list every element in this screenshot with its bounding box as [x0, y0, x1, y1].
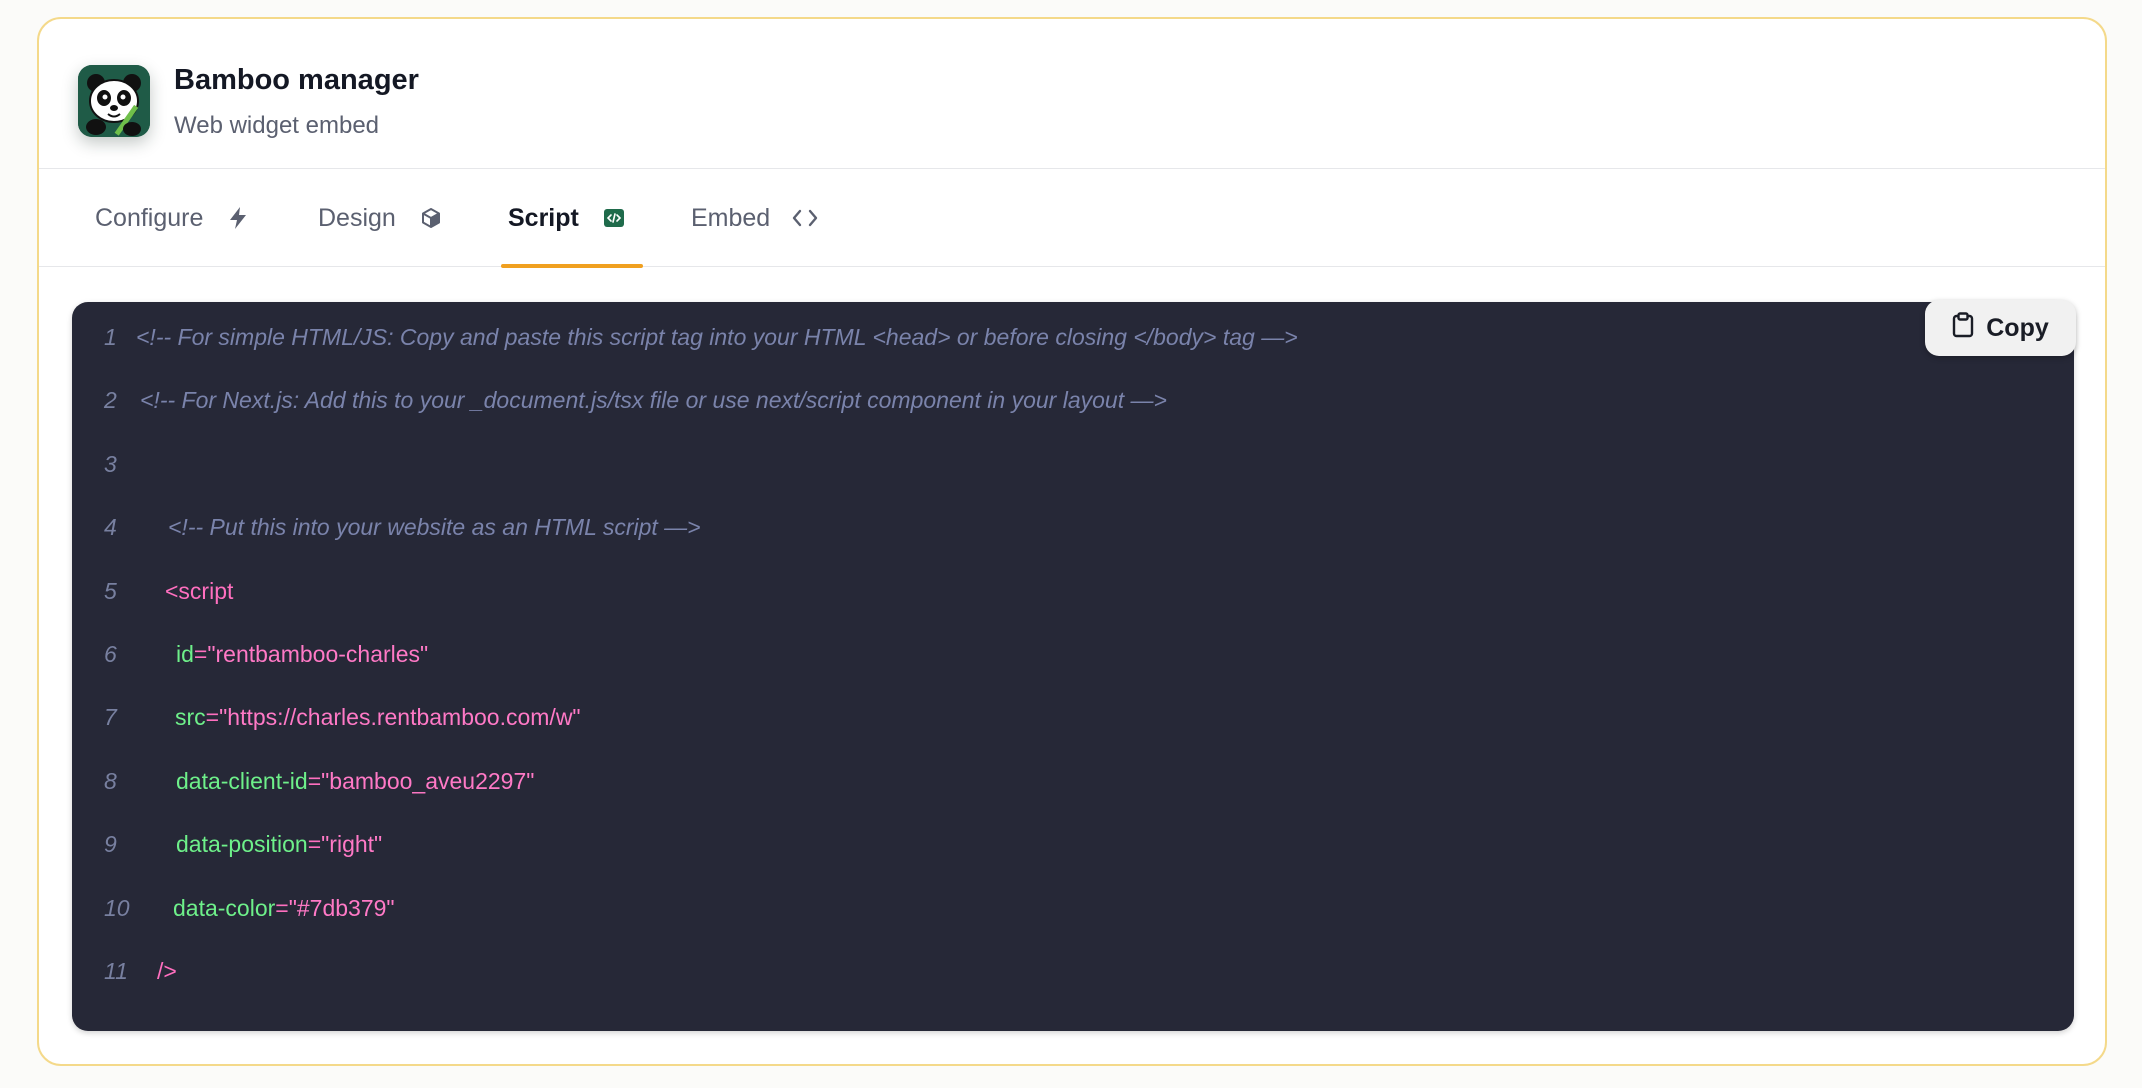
code-value: "right"	[321, 830, 383, 857]
clipboard-icon	[1952, 311, 1974, 345]
code-tag: <script	[165, 577, 234, 604]
tab-design[interactable]: Design	[318, 169, 444, 267]
tab-script[interactable]: Script	[501, 169, 643, 268]
panda-logo-icon	[78, 65, 150, 137]
widget-card: Bamboo manager Web widget embed Configur…	[37, 17, 2107, 1066]
code-equals: =	[307, 767, 322, 794]
code-attribute: src	[175, 703, 206, 730]
code-value: "#7db379"	[288, 894, 395, 921]
code-tag: />	[157, 957, 177, 984]
tab-embed-label: Embed	[691, 203, 771, 232]
copy-button[interactable]: Copy	[1925, 300, 2076, 356]
line-number: 7	[104, 703, 117, 730]
active-tab-indicator	[501, 264, 643, 268]
line-number: 4	[104, 513, 117, 540]
line-number: 5	[104, 577, 117, 604]
card-header: Bamboo manager Web widget embed	[39, 19, 2105, 169]
line-number: 9	[104, 830, 117, 857]
copy-button-label: Copy	[1986, 313, 2049, 342]
code-attribute: data-client-id	[176, 767, 308, 794]
code-comment: <!-- For simple HTML/JS: Copy and paste …	[136, 323, 1298, 350]
code-attribute: data-position	[176, 830, 308, 857]
tab-script-label: Script	[508, 203, 579, 232]
code-value: "https://charles.rentbamboo.com/w"	[219, 703, 581, 730]
line-number: 11	[104, 957, 128, 984]
tab-configure[interactable]: Configure	[95, 169, 251, 267]
code-equals: =	[193, 640, 208, 667]
code-value: "bamboo_aveu2297"	[321, 767, 535, 794]
tab-design-label: Design	[318, 203, 396, 232]
code-comment: <!-- For Next.js: Add this to your _docu…	[140, 386, 1167, 413]
line-number: 2	[104, 386, 117, 413]
app-subtitle: Web widget embed	[174, 112, 380, 139]
code-equals: =	[205, 703, 220, 730]
code-file-icon	[601, 205, 627, 231]
line-number: 8	[104, 767, 117, 794]
code-attribute: data-color	[173, 894, 276, 921]
code-value: "rentbamboo-charles"	[207, 640, 429, 667]
tab-bar: Configure Design Script Embed	[39, 169, 2105, 268]
code-brackets-icon	[792, 205, 818, 231]
tab-embed[interactable]: Embed	[691, 169, 818, 267]
line-number: 6	[104, 640, 117, 667]
code-equals: =	[307, 830, 322, 857]
code-block[interactable]: Copy 1 <!-- For simple HTML/JS: Copy and…	[72, 300, 2076, 1031]
tab-configure-label: Configure	[95, 203, 204, 232]
lightning-icon	[225, 205, 251, 231]
code-comment: <!-- Put this into your website as an HT…	[168, 513, 701, 540]
cube-icon	[418, 205, 444, 231]
line-number: 10	[104, 894, 130, 921]
code-attribute: id	[176, 640, 194, 667]
code-equals: =	[275, 894, 289, 921]
app-title: Bamboo manager	[174, 64, 419, 96]
line-number: 3	[104, 450, 117, 477]
